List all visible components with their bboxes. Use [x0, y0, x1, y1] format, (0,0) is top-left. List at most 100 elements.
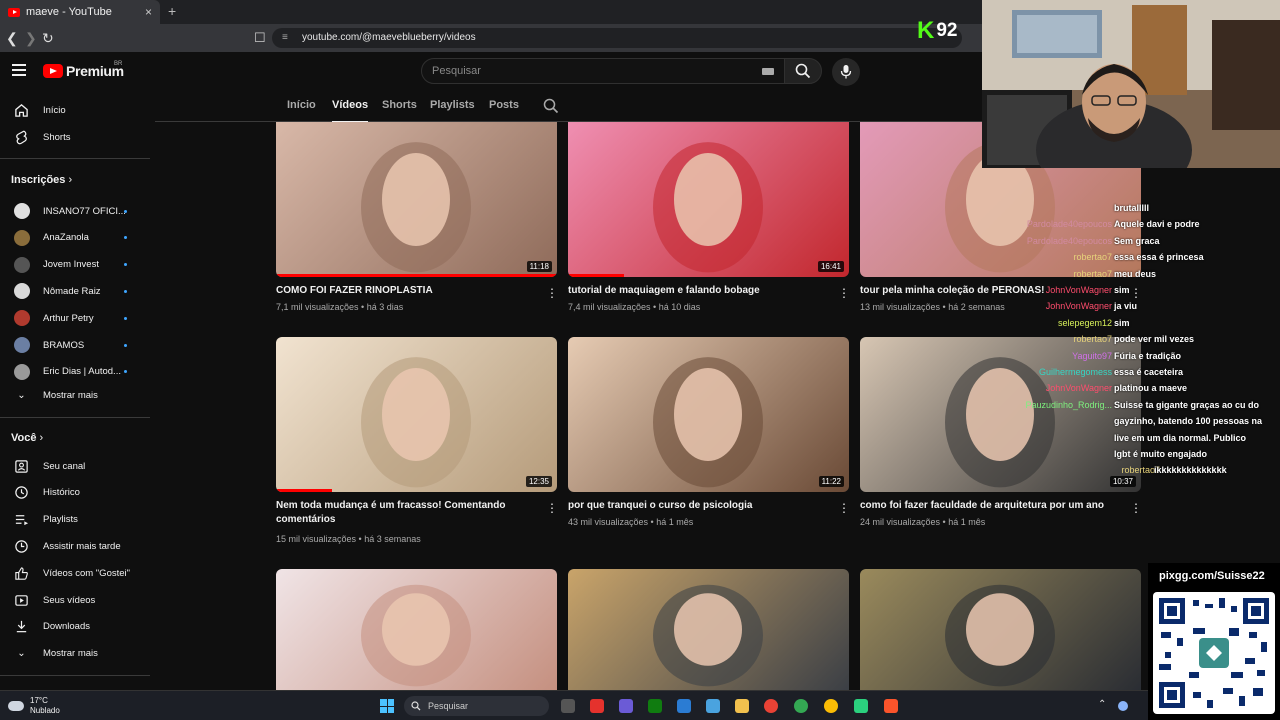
chat-username: robertao7 — [1073, 252, 1112, 263]
sidebar-item-your-videos[interactable]: Seus vídeos — [0, 587, 155, 613]
chat-text: live em um dia normal. Publico — [1114, 432, 1247, 443]
sidebar-item-like[interactable]: Vídeos com "Gostei" — [0, 560, 155, 586]
tab-close-icon[interactable]: × — [145, 5, 152, 19]
microphone-icon — [840, 65, 852, 79]
chat-text: sim — [1114, 285, 1130, 295]
video-options-icon[interactable]: ⋮ — [838, 501, 850, 515]
video-title[interactable]: tutorial de maquiagem e falando bobage — [568, 284, 830, 298]
sidebar-item-subscription[interactable]: Eric Dias | Autod... — [0, 359, 155, 385]
sidebar-item-subscription[interactable]: BRAMOS — [0, 332, 155, 358]
video-thumbnail[interactable] — [568, 569, 849, 690]
video-options-icon[interactable]: ⋮ — [838, 286, 850, 300]
weather-widget[interactable]: 17°C Nublado — [8, 696, 60, 716]
site-info-icon[interactable]: ≡ — [282, 32, 288, 43]
url-bar[interactable]: youtube.com/@maeveblueberry/videos — [272, 28, 962, 48]
tab-inicio[interactable]: Início — [287, 99, 316, 111]
pix-donation-panel: pixgg.com/Suisse22 — [1148, 563, 1280, 720]
video-title[interactable]: Nem toda mudança é um fracasso! Comentan… — [276, 499, 538, 527]
sidebar-item-subscription[interactable]: Jovem Invest — [0, 252, 155, 278]
search-button[interactable] — [784, 58, 822, 84]
tab-posts[interactable]: Posts — [489, 99, 519, 111]
sidebar-item-subscription[interactable]: INSANO77 OFICI... — [0, 198, 155, 224]
watch-later-icon — [15, 540, 28, 553]
keyboard-icon[interactable] — [762, 68, 774, 75]
sidebar-item-subscription[interactable]: Arthur Petry — [0, 305, 155, 331]
bookmark-icon[interactable]: ☐ — [254, 30, 266, 46]
video-options-icon[interactable]: ⋮ — [546, 501, 558, 515]
notepad-icon[interactable] — [677, 699, 691, 713]
chat-username: JohnVonWagner — [1045, 285, 1112, 295]
chat-username: robertao7 — [1121, 465, 1160, 475]
task-view-icon[interactable] — [561, 699, 575, 713]
windows-start-icon[interactable] — [380, 699, 394, 713]
youtube-favicon-icon — [8, 7, 20, 17]
video-thumbnail[interactable] — [276, 569, 557, 690]
search-icon — [411, 701, 421, 711]
sidebar-item-playlists[interactable]: Playlists — [0, 507, 155, 533]
channel-search-icon[interactable] — [543, 98, 559, 114]
sidebar-item-subscription[interactable]: AnaZanola — [0, 225, 155, 251]
new-tab-button[interactable]: + — [168, 3, 176, 19]
subscriptions-header[interactable]: Inscrições › — [11, 174, 72, 186]
vpn-icon[interactable] — [619, 699, 633, 713]
new-content-dot — [124, 370, 127, 374]
app-icon[interactable] — [590, 699, 604, 713]
chevron-right-icon: › — [39, 432, 44, 444]
browser-tab[interactable]: maeve - YouTube × — [0, 0, 160, 24]
back-icon[interactable]: ❮ — [6, 30, 18, 47]
video-thumbnail[interactable]: 16:41 — [568, 122, 849, 277]
sidebar-item-download[interactable]: Downloads — [0, 614, 155, 640]
chat-username: Pardolade40epoucos — [1026, 235, 1112, 246]
channel-avatar — [13, 337, 30, 353]
video-metadata: 43 mil visualizações • há 1 mês — [568, 517, 694, 527]
sidebar-item-home[interactable]: Início — [0, 97, 155, 123]
video-metadata: 13 mil visualizações • há 2 semanas — [860, 302, 1005, 312]
new-content-dot — [124, 316, 127, 320]
xbox-icon[interactable] — [648, 699, 662, 713]
tray-app-icon[interactable] — [1118, 701, 1128, 711]
video-options-icon[interactable]: ⋮ — [1130, 501, 1142, 515]
chat-text: lgbt é muito engajado — [1114, 449, 1208, 459]
voice-search-button[interactable] — [832, 58, 860, 86]
forward-icon[interactable]: ❯ — [25, 30, 37, 47]
video-title[interactable]: por que tranquei o curso de psicologia — [568, 499, 830, 513]
chrome-profile-icon[interactable] — [794, 699, 808, 713]
photos-icon[interactable] — [706, 699, 720, 713]
you-show-more[interactable]: ⌄ Mostrar mais — [0, 640, 155, 666]
tab-shorts[interactable]: Shorts — [382, 99, 417, 111]
taskbar-search-input[interactable]: Pesquisar — [404, 696, 549, 716]
channel-avatar — [13, 283, 30, 300]
tab-videos[interactable]: Vídeos — [332, 99, 369, 123]
chevron-down-icon: ⌄ — [17, 647, 26, 659]
video-thumbnail[interactable]: 12:35 — [276, 337, 557, 492]
tab-playlists[interactable]: Playlists — [430, 99, 475, 111]
reload-icon[interactable]: ↻ — [42, 30, 54, 47]
sidebar-item-shorts[interactable]: Shorts — [0, 124, 155, 150]
sidebar-item-history[interactable]: Histórico — [0, 480, 155, 506]
channel-icon — [15, 459, 28, 473]
chrome-icon[interactable] — [764, 699, 778, 713]
video-thumbnail[interactable] — [860, 569, 1141, 690]
brave-icon[interactable] — [884, 699, 898, 713]
app-green-icon[interactable] — [854, 699, 868, 713]
webcam-feed — [982, 0, 1280, 168]
chrome-profile-2-icon[interactable] — [824, 699, 838, 713]
video-thumbnail[interactable]: 11:22 — [568, 337, 849, 492]
video-title[interactable]: COMO FOI FAZER RINOPLASTIA — [276, 284, 538, 298]
subscriptions-show-more[interactable]: ⌄ Mostrar mais — [0, 382, 155, 408]
menu-icon[interactable] — [12, 64, 26, 76]
sidebar-item-watch-later[interactable]: Assistir mais tarde — [0, 533, 155, 559]
playlists-icon — [15, 515, 29, 526]
chat-username: robertao7 — [1073, 268, 1112, 279]
file-explorer-icon[interactable] — [735, 699, 749, 713]
sidebar-item-subscription[interactable]: Nômade Raiz — [0, 278, 155, 304]
video-title[interactable]: como foi fazer faculdade de arquitetura … — [860, 499, 1122, 513]
video-options-icon[interactable]: ⋮ — [546, 286, 558, 300]
video-options-icon[interactable]: ⋮ — [1130, 286, 1142, 300]
youtube-premium-logo[interactable]: Premium BR — [43, 61, 124, 79]
you-header[interactable]: Você › — [11, 432, 43, 444]
sidebar-item-channel[interactable]: Seu canal — [0, 453, 155, 479]
search-input[interactable]: Pesquisar — [421, 58, 785, 84]
tray-chevron-up-icon[interactable]: ⌃ — [1098, 699, 1106, 710]
video-thumbnail[interactable]: 11:18 — [276, 122, 557, 277]
